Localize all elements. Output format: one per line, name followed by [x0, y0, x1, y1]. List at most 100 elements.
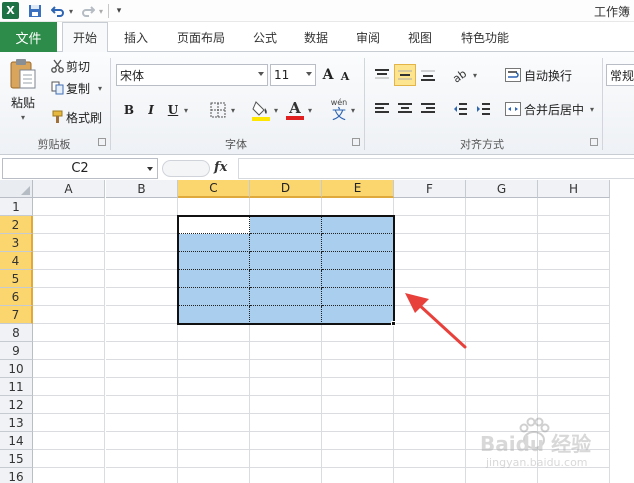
cell-d10[interactable]: [250, 360, 322, 378]
row-header-8[interactable]: 8: [0, 324, 33, 342]
column-header-c[interactable]: C: [178, 180, 250, 198]
cell-e11[interactable]: [322, 378, 394, 396]
row-header-9[interactable]: 9: [0, 342, 33, 360]
cell-a5[interactable]: [33, 270, 105, 288]
cell-d16[interactable]: [250, 468, 322, 483]
cell-b6[interactable]: [106, 288, 178, 306]
paste-button[interactable]: 粘贴: [4, 94, 42, 110]
cell-f14[interactable]: [394, 432, 466, 450]
customize-toolbar-icon[interactable]: ▾: [114, 2, 124, 20]
cell-f3[interactable]: [394, 234, 466, 252]
cell-g4[interactable]: [466, 252, 538, 270]
cell-d13[interactable]: [250, 414, 322, 432]
cell-d15[interactable]: [250, 450, 322, 468]
cell-g5[interactable]: [466, 270, 538, 288]
orientation-dropdown-icon[interactable]: ▾: [471, 70, 479, 80]
cell-e9[interactable]: [322, 342, 394, 360]
cell-e4[interactable]: [322, 252, 394, 270]
tab-file[interactable]: 文件: [0, 22, 57, 52]
column-header-g[interactable]: G: [466, 180, 538, 198]
cell-h1[interactable]: [538, 198, 610, 216]
merge-center-button[interactable]: 合并后居中: [524, 99, 588, 119]
cell-b9[interactable]: [106, 342, 178, 360]
row-header-7[interactable]: 7: [0, 306, 33, 324]
cell-a12[interactable]: [33, 396, 105, 414]
cell-a14[interactable]: [33, 432, 105, 450]
cell-a9[interactable]: [33, 342, 105, 360]
font-color-dropdown-icon[interactable]: ▾: [306, 104, 314, 116]
cell-c3[interactable]: [178, 234, 250, 252]
cell-a1[interactable]: [33, 198, 105, 216]
cell-d5[interactable]: [250, 270, 322, 288]
undo-icon[interactable]: [50, 2, 66, 20]
cell-h4[interactable]: [538, 252, 610, 270]
cell-h12[interactable]: [538, 396, 610, 414]
cell-c2[interactable]: [178, 216, 250, 234]
cell-b13[interactable]: [106, 414, 178, 432]
cell-c6[interactable]: [178, 288, 250, 306]
cell-h10[interactable]: [538, 360, 610, 378]
row-header-13[interactable]: 13: [0, 414, 33, 432]
phonetic-guide-button[interactable]: wén 文: [328, 96, 350, 124]
cell-g9[interactable]: [466, 342, 538, 360]
cell-a7[interactable]: [33, 306, 105, 324]
cell-h15[interactable]: [538, 450, 610, 468]
phonetic-dropdown-icon[interactable]: ▾: [349, 104, 357, 116]
cell-d12[interactable]: [250, 396, 322, 414]
cell-b5[interactable]: [106, 270, 178, 288]
cell-e7[interactable]: [322, 306, 394, 324]
column-header-a[interactable]: A: [33, 180, 105, 198]
font-color-button[interactable]: A: [284, 98, 306, 122]
cell-h9[interactable]: [538, 342, 610, 360]
cell-e12[interactable]: [322, 396, 394, 414]
copy-button[interactable]: 复制: [66, 80, 96, 96]
align-bottom-icon[interactable]: [417, 64, 439, 86]
cell-d9[interactable]: [250, 342, 322, 360]
cell-f12[interactable]: [394, 396, 466, 414]
tab-home[interactable]: 开始: [62, 22, 108, 53]
cell-g3[interactable]: [466, 234, 538, 252]
cell-g15[interactable]: [466, 450, 538, 468]
cell-f15[interactable]: [394, 450, 466, 468]
align-top-icon[interactable]: [371, 64, 393, 86]
cell-d8[interactable]: [250, 324, 322, 342]
cell-e15[interactable]: [322, 450, 394, 468]
row-header-14[interactable]: 14: [0, 432, 33, 450]
cell-d2[interactable]: [250, 216, 322, 234]
cell-g1[interactable]: [466, 198, 538, 216]
cell-a10[interactable]: [33, 360, 105, 378]
cell-g14[interactable]: [466, 432, 538, 450]
tab-page-layout[interactable]: 页面布局: [168, 22, 234, 52]
tab-review[interactable]: 审阅: [345, 22, 391, 52]
formula-bar-splitter[interactable]: [162, 160, 210, 177]
cell-f10[interactable]: [394, 360, 466, 378]
font-size-combo[interactable]: 11: [270, 64, 316, 86]
shrink-font-button[interactable]: A: [338, 67, 352, 85]
cell-c13[interactable]: [178, 414, 250, 432]
cell-a2[interactable]: [33, 216, 105, 234]
cell-d7[interactable]: [250, 306, 322, 324]
borders-icon[interactable]: [208, 100, 228, 120]
font-name-combo[interactable]: 宋体: [116, 64, 268, 86]
cell-a16[interactable]: [33, 468, 105, 483]
cell-g11[interactable]: [466, 378, 538, 396]
cell-b10[interactable]: [106, 360, 178, 378]
cell-g16[interactable]: [466, 468, 538, 483]
cell-c8[interactable]: [178, 324, 250, 342]
underline-button[interactable]: U: [164, 100, 182, 120]
copy-dropdown-icon[interactable]: ▾: [96, 83, 104, 93]
cell-c11[interactable]: [178, 378, 250, 396]
cell-g6[interactable]: [466, 288, 538, 306]
cell-h14[interactable]: [538, 432, 610, 450]
row-header-12[interactable]: 12: [0, 396, 33, 414]
cell-c15[interactable]: [178, 450, 250, 468]
cell-a11[interactable]: [33, 378, 105, 396]
cell-a6[interactable]: [33, 288, 105, 306]
cell-f13[interactable]: [394, 414, 466, 432]
column-header-b[interactable]: B: [106, 180, 178, 198]
row-header-15[interactable]: 15: [0, 450, 33, 468]
increase-indent-icon[interactable]: [472, 98, 494, 120]
cell-c5[interactable]: [178, 270, 250, 288]
align-right-icon[interactable]: [417, 98, 439, 120]
select-all-button[interactable]: [0, 180, 33, 198]
